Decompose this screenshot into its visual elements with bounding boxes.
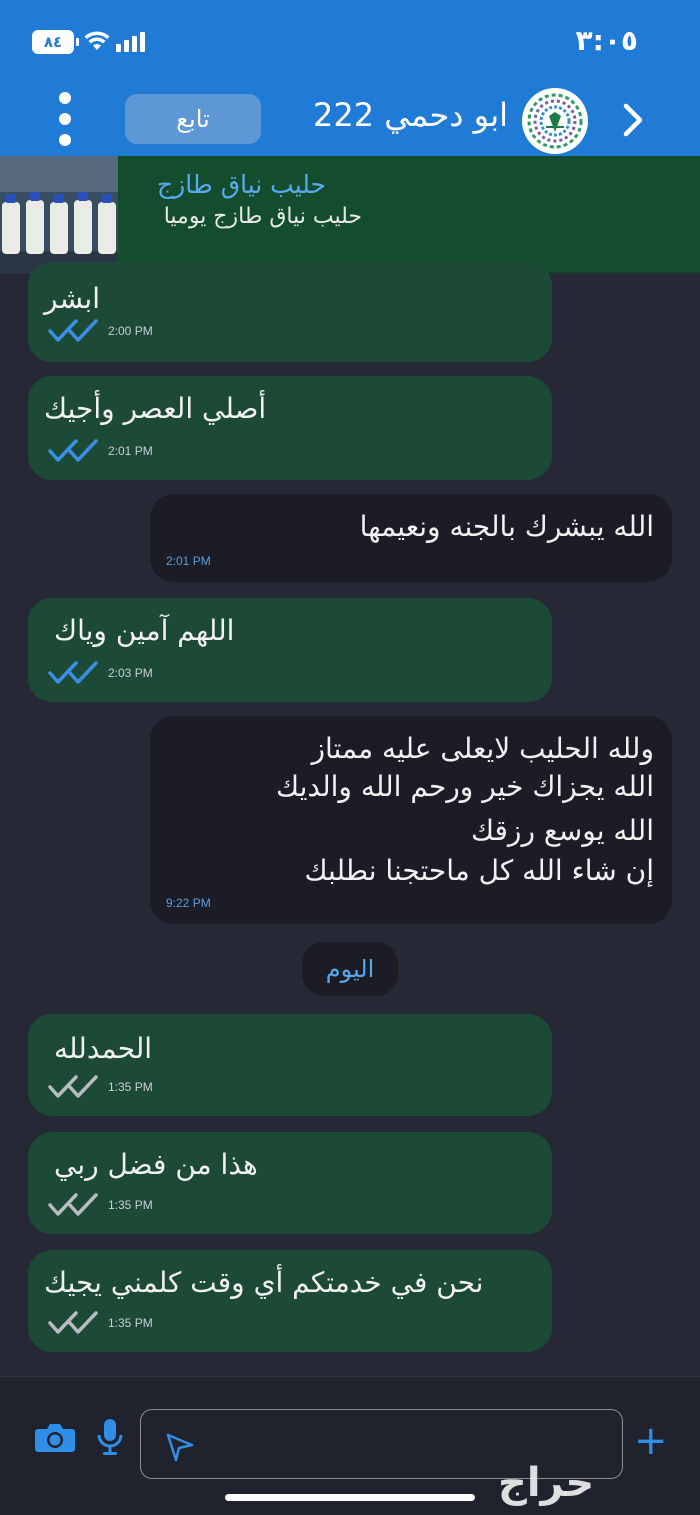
message-line: ولله الحليب لايعلى عليه ممتاز <box>311 732 654 765</box>
more-options-icon[interactable] <box>50 92 80 148</box>
sent-receipt-icon <box>48 1193 98 1216</box>
message-bubble[interactable]: الله يبشرك بالجنه ونعيمها 2:01 PM <box>150 494 672 582</box>
message-text: نحن في خدمتكم أي وقت كلمني يجيك <box>44 1266 484 1299</box>
camera-icon[interactable] <box>34 1421 76 1453</box>
message-bubble[interactable]: نحن في خدمتكم أي وقت كلمني يجيك 1:35 PM <box>28 1250 552 1352</box>
message-bubble[interactable]: ابشر 2:00 PM <box>28 262 552 362</box>
send-icon[interactable] <box>165 1432 195 1462</box>
message-bubble[interactable]: ولله الحليب لايعلى عليه ممتاز الله يجزاك… <box>150 716 672 924</box>
read-receipt-icon <box>48 661 98 684</box>
add-attachment-button[interactable]: + <box>634 1421 668 1461</box>
wifi-icon <box>84 31 110 50</box>
day-divider: اليوم <box>302 942 398 996</box>
sent-receipt-icon <box>48 1075 98 1098</box>
microphone-icon[interactable] <box>96 1417 124 1457</box>
back-chevron-icon[interactable] <box>620 98 646 142</box>
battery-icon: ٨٤ <box>32 30 79 54</box>
avatar[interactable] <box>522 88 588 154</box>
message-text: الحمدلله <box>54 1032 153 1065</box>
message-time: 2:00 PM <box>108 324 153 338</box>
message-text: هذا من فضل ربي <box>54 1148 258 1181</box>
message-time: 2:01 PM <box>166 554 211 568</box>
sent-receipt-icon <box>48 1311 98 1334</box>
message-text: أصلي العصر وأجيك <box>44 392 267 425</box>
status-time: ٣:٠٥ <box>575 24 638 57</box>
message-line: الله يوسع رزقك <box>470 814 654 847</box>
watermark-logo: حراج <box>498 1460 595 1506</box>
follow-button[interactable]: تابع <box>125 94 261 144</box>
product-subtitle: حليب نياق طازج يوميا <box>163 204 362 229</box>
emblem-icon <box>524 90 586 152</box>
message-bubble[interactable]: الحمدلله 1:35 PM <box>28 1014 552 1116</box>
home-indicator[interactable] <box>225 1494 475 1501</box>
message-text: اللهم آمين وياك <box>54 614 235 647</box>
message-time: 2:01 PM <box>108 444 153 458</box>
message-time: 1:35 PM <box>108 1316 153 1330</box>
cellular-signal-icon <box>116 32 145 52</box>
message-bubble[interactable]: أصلي العصر وأجيك 2:01 PM <box>28 376 552 480</box>
chat-title[interactable]: ابو دحمي 222 <box>313 96 508 134</box>
message-time: 2:03 PM <box>108 666 153 680</box>
message-time: 1:35 PM <box>108 1080 153 1094</box>
message-line: الله يجزاك خير ورحم الله والديك <box>276 770 654 803</box>
message-bubble[interactable]: اللهم آمين وياك 2:03 PM <box>28 598 552 702</box>
message-time: 9:22 PM <box>166 896 211 910</box>
top-bar: ٨٤ ٣:٠٥ تابع ابو دحمي 222 <box>0 0 700 156</box>
message-bubble[interactable]: هذا من فضل ربي 1:35 PM <box>28 1132 552 1234</box>
message-time: 1:35 PM <box>108 1198 153 1212</box>
read-receipt-icon <box>48 439 98 462</box>
product-banner[interactable]: حليب نياق طازج حليب نياق طازج يوميا <box>0 156 700 274</box>
read-receipt-icon <box>48 319 98 342</box>
message-line: إن شاء الله كل ماحتجنا نطلبك <box>304 854 654 887</box>
product-image <box>0 156 118 274</box>
message-text: الله يبشرك بالجنه ونعيمها <box>359 510 654 543</box>
battery-level: ٨٤ <box>43 33 63 51</box>
message-text: ابشر <box>44 282 100 315</box>
product-title: حليب نياق طازج <box>157 170 326 199</box>
